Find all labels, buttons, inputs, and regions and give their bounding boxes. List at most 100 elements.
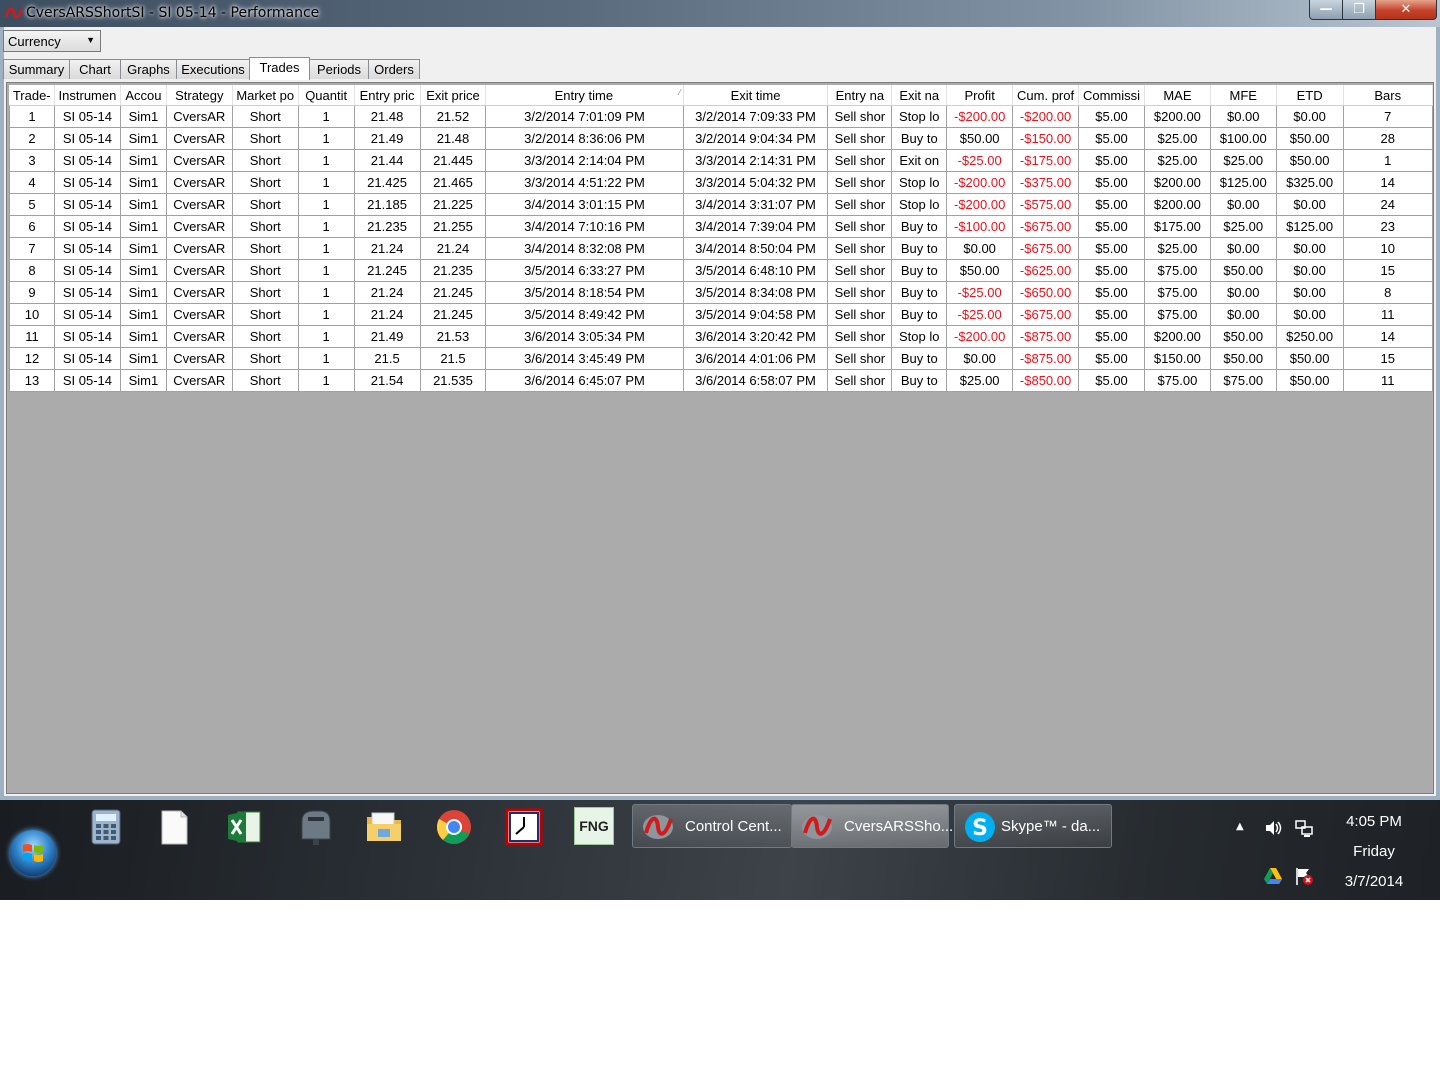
table-row[interactable]: 9 SI 05-14 Sim1 CversAR Short 1 21.24 21.245 3/5… xyxy=(9,281,1434,304)
action-center-flag-icon[interactable] xyxy=(1294,866,1314,886)
cell-commission: $5.00 xyxy=(1078,259,1145,282)
trades-grid: Trade- Instrumen Accou Strategy Market p… xyxy=(6,82,1434,794)
cell-profit: -$25.00 xyxy=(946,149,1014,172)
table-row[interactable]: 7 SI 05-14 Sim1 CversAR Short 1 21.24 21.24 3/4/… xyxy=(9,237,1434,260)
col-header-exit-price[interactable]: Exit price xyxy=(420,85,487,106)
col-header-instrument[interactable]: Instrumen xyxy=(54,85,121,106)
network-icon[interactable] xyxy=(1294,818,1314,838)
cell-cum-profit: -$675.00 xyxy=(1012,237,1080,260)
col-header-entry-price[interactable]: Entry pric xyxy=(354,85,421,106)
table-row[interactable]: 8 SI 05-14 Sim1 CversAR Short 1 21.245 21.235 3/… xyxy=(9,259,1434,282)
taskbar: FNG Control Cent... CversARSSho... S Sky… xyxy=(0,800,1440,900)
cell-mae: $75.00 xyxy=(1144,303,1211,326)
blank-document-icon[interactable] xyxy=(154,807,194,847)
cell-etd: $50.00 xyxy=(1275,127,1344,150)
maximize-button[interactable]: ❐ xyxy=(1342,0,1376,20)
cell-entry-price: 21.48 xyxy=(353,105,421,128)
col-header-mae[interactable]: MAE xyxy=(1144,85,1211,106)
table-row[interactable]: 12 SI 05-14 Sim1 CversAR Short 1 21.5 21.5 3/6/2… xyxy=(9,347,1434,370)
tab-chart[interactable]: Chart xyxy=(69,59,121,79)
cell-account: Sim1 xyxy=(119,347,167,370)
tab-executions[interactable]: Executions xyxy=(176,59,250,79)
table-row[interactable]: 10 SI 05-14 Sim1 CversAR Short 1 21.24 21.245 3/… xyxy=(9,303,1434,326)
sort-indicator-icon: ⁄ xyxy=(679,87,681,97)
cell-mae: $75.00 xyxy=(1144,259,1211,282)
title-bar[interactable]: CversARSShortSI - SI 05-14 - Performance… xyxy=(0,0,1440,27)
google-drive-icon[interactable] xyxy=(1263,866,1283,886)
cell-quantity: 1 xyxy=(297,303,355,326)
cell-account: Sim1 xyxy=(119,259,167,282)
tab-orders[interactable]: Orders xyxy=(368,59,420,79)
cell-mfe: $100.00 xyxy=(1209,127,1277,150)
cell-instrument: SI 05-14 xyxy=(53,193,121,216)
col-header-quantity[interactable]: Quantit xyxy=(298,85,355,106)
minimize-icon: — xyxy=(1319,2,1333,17)
cell-entry-name: Sell shor xyxy=(827,149,893,172)
col-header-account[interactable]: Accou xyxy=(120,85,167,106)
col-header-mfe[interactable]: MFE xyxy=(1210,85,1277,106)
tab-periods[interactable]: Periods xyxy=(309,59,369,79)
chrome-icon[interactable] xyxy=(434,807,474,847)
speaker-icon[interactable] xyxy=(1263,818,1283,838)
table-row[interactable]: 1 SI 05-14 Sim1 CversAR Short 1 21.48 21.52 3/2/… xyxy=(9,105,1434,128)
table-row[interactable]: 5 SI 05-14 Sim1 CversAR Short 1 21.185 21.225 3/… xyxy=(9,193,1434,216)
clock-app-icon[interactable] xyxy=(504,807,544,847)
cell-strategy: CversAR xyxy=(165,369,233,392)
calculator-icon[interactable] xyxy=(86,807,126,847)
cell-mae: $25.00 xyxy=(1144,237,1211,260)
show-hidden-icons-button[interactable]: ▲ xyxy=(1236,821,1244,832)
file-explorer-icon[interactable] xyxy=(364,807,404,847)
cell-bars: 24 xyxy=(1342,193,1434,216)
col-header-trade-number[interactable]: Trade- xyxy=(9,85,55,106)
minimize-button[interactable]: — xyxy=(1309,0,1343,20)
cell-entry-name: Sell shor xyxy=(827,281,893,304)
col-header-cum-profit[interactable]: Cum. prof xyxy=(1012,85,1080,106)
table-row[interactable]: 4 SI 05-14 Sim1 CversAR Short 1 21.425 21.465 3/… xyxy=(9,171,1434,194)
task-performance-window[interactable]: CversARSSho... xyxy=(791,804,953,848)
close-button[interactable]: ✕ xyxy=(1375,0,1437,20)
table-row[interactable]: 2 SI 05-14 Sim1 CversAR Short 1 21.49 21.48 3/2/… xyxy=(9,127,1434,150)
cell-etd: $325.00 xyxy=(1275,171,1344,194)
col-header-bars[interactable]: Bars xyxy=(1343,85,1434,106)
cell-entry-time: 3/5/2014 6:33:27 PM xyxy=(485,259,684,282)
cell-exit-time: 3/3/2014 2:14:31 PM xyxy=(682,149,829,172)
cell-trade-number: 8 xyxy=(9,259,55,282)
tab-summary[interactable]: Summary xyxy=(3,59,70,79)
mailbox-icon[interactable] xyxy=(296,807,336,847)
col-header-commission[interactable]: Commissi xyxy=(1078,85,1145,106)
task-control-center[interactable]: Control Cent... xyxy=(632,804,792,848)
col-header-exit-time[interactable]: Exit time xyxy=(683,85,829,106)
clock-time: 4:05 PM xyxy=(1346,813,1402,830)
cell-exit-price: 21.24 xyxy=(419,237,487,260)
cell-trade-number: 5 xyxy=(9,193,55,216)
col-header-etd[interactable]: ETD xyxy=(1276,85,1344,106)
col-header-market-position[interactable]: Market po xyxy=(232,85,299,106)
cell-quantity: 1 xyxy=(297,347,355,370)
col-header-strategy[interactable]: Strategy xyxy=(166,85,233,106)
col-header-entry-name[interactable]: Entry na xyxy=(827,85,893,106)
cell-mae: $75.00 xyxy=(1144,369,1211,392)
col-header-profit[interactable]: Profit xyxy=(946,85,1014,106)
cell-strategy: CversAR xyxy=(165,281,233,304)
task-skype[interactable]: S Skype™ - da... xyxy=(954,804,1112,848)
col-header-entry-time[interactable]: Entry time ⁄ xyxy=(485,85,684,106)
table-row[interactable]: 6 SI 05-14 Sim1 CversAR Short 1 21.235 21.255 3/… xyxy=(9,215,1434,238)
table-row[interactable]: 13 SI 05-14 Sim1 CversAR Short 1 21.54 21.535 3/… xyxy=(9,369,1434,392)
col-header-exit-name[interactable]: Exit na xyxy=(891,85,948,106)
fng-icon[interactable]: FNG xyxy=(574,807,614,845)
table-row[interactable]: 3 SI 05-14 Sim1 CversAR Short 1 21.44 21.445 3/3… xyxy=(9,149,1434,172)
display-unit-dropdown[interactable]: Currency ▼ xyxy=(3,30,101,52)
table-row[interactable]: 11 SI 05-14 Sim1 CversAR Short 1 21.49 21.53 3/6… xyxy=(9,325,1434,348)
cell-quantity: 1 xyxy=(297,281,355,304)
tab-trades[interactable]: Trades xyxy=(249,57,310,80)
system-clock[interactable]: 4:05 PM Friday 3/7/2014 xyxy=(1330,800,1418,897)
excel-icon[interactable] xyxy=(224,807,264,847)
cell-strategy: CversAR xyxy=(165,259,233,282)
start-button[interactable] xyxy=(10,830,56,876)
cell-market-position: Short xyxy=(231,193,299,216)
cell-profit: -$200.00 xyxy=(946,325,1014,348)
cell-entry-name: Sell shor xyxy=(827,193,893,216)
cell-mae: $200.00 xyxy=(1144,105,1211,128)
cell-entry-price: 21.5 xyxy=(353,347,421,370)
tab-graphs[interactable]: Graphs xyxy=(120,59,177,79)
